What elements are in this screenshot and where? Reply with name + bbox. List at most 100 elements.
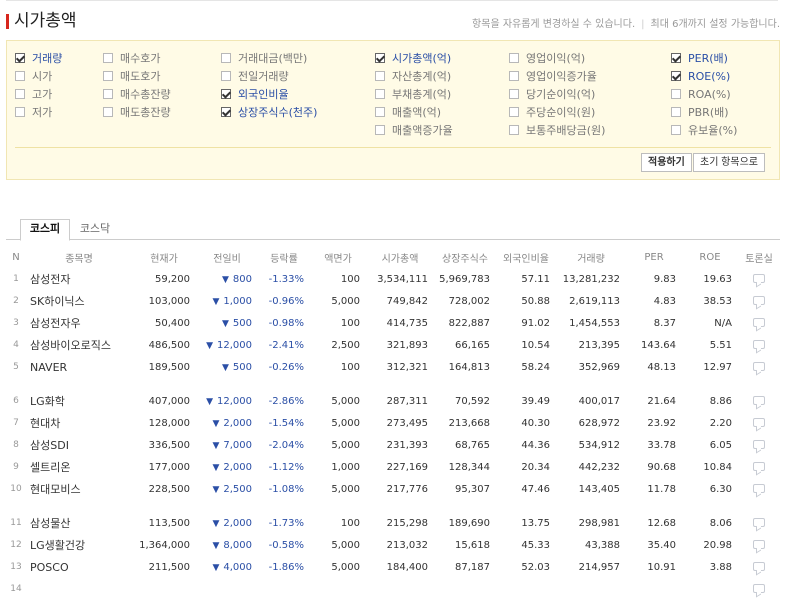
tab-kospi[interactable]: 코스피 — [20, 219, 70, 241]
option-item[interactable]: 거래대금(백만) — [221, 49, 317, 67]
option-item[interactable]: 시가 — [15, 67, 62, 85]
option-checkbox[interactable] — [15, 53, 25, 63]
speech-bubble-icon[interactable] — [753, 462, 765, 471]
option-item[interactable]: 시가총액(억) — [375, 49, 453, 67]
option-item[interactable]: 영업이익증가율 — [509, 67, 605, 85]
option-item[interactable]: 당기순이익(억) — [509, 85, 605, 103]
option-checkbox[interactable] — [103, 71, 113, 81]
discussion-cell — [738, 334, 780, 356]
option-checkbox[interactable] — [221, 107, 231, 117]
stock-name-link[interactable]: 삼성바이오로직스 — [26, 334, 132, 356]
option-item[interactable]: 영업이익(억) — [509, 49, 605, 67]
top-divider — [6, 0, 778, 1]
stock-name-link[interactable]: LG화학 — [26, 390, 132, 412]
market-cap: 3,534,111 — [377, 273, 428, 285]
option-checkbox[interactable] — [509, 89, 519, 99]
stock-name-link[interactable]: POSCO — [26, 556, 132, 578]
speech-bubble-icon[interactable] — [753, 562, 765, 571]
roe-value — [682, 578, 738, 600]
per-value: 12.68 — [647, 517, 676, 529]
speech-bubble-icon[interactable] — [753, 584, 765, 593]
change-rate: -2.04% — [268, 439, 304, 451]
option-checkbox[interactable] — [103, 89, 113, 99]
option-item[interactable]: 자산총계(억) — [375, 67, 453, 85]
speech-bubble-icon[interactable] — [753, 540, 765, 549]
option-item[interactable]: 매수호가 — [103, 49, 171, 67]
speech-bubble-icon[interactable] — [753, 484, 765, 493]
option-item[interactable]: 고가 — [15, 85, 62, 103]
option-item[interactable]: 보통주배당금(원) — [509, 121, 605, 139]
option-checkbox[interactable] — [509, 107, 519, 117]
option-item[interactable]: PER(배) — [671, 49, 737, 67]
option-checkbox[interactable] — [671, 107, 681, 117]
price-change-value: 2,000 — [223, 417, 252, 429]
stock-name-link[interactable]: 삼성전자우 — [26, 312, 132, 334]
option-checkbox[interactable] — [103, 107, 113, 117]
price-change-value: 2,500 — [223, 483, 252, 495]
option-item[interactable]: 매출액(억) — [375, 103, 453, 121]
price-change-value: 8,000 — [223, 539, 252, 551]
option-item[interactable]: 거래량 — [15, 49, 62, 67]
option-item[interactable]: 주당순이익(원) — [509, 103, 605, 121]
option-item[interactable]: 외국인비율 — [221, 85, 317, 103]
speech-bubble-icon[interactable] — [753, 418, 765, 427]
stock-name-link[interactable]: 삼성물산 — [26, 512, 132, 534]
option-label: 매수총잔량 — [120, 88, 171, 101]
option-checkbox[interactable] — [15, 71, 25, 81]
stock-name-link[interactable]: 셀트리온 — [26, 456, 132, 478]
option-checkbox[interactable] — [509, 71, 519, 81]
option-item[interactable]: ROA(%) — [671, 85, 737, 103]
option-item[interactable]: 매출액증가율 — [375, 121, 453, 139]
stock-name-link[interactable]: 삼성전자 — [26, 268, 132, 290]
option-checkbox[interactable] — [15, 107, 25, 117]
trade-volume: 214,957 — [578, 561, 620, 573]
option-checkbox[interactable] — [671, 89, 681, 99]
option-item[interactable]: 저가 — [15, 103, 62, 121]
option-item[interactable]: 전일거래량 — [221, 67, 317, 85]
option-checkbox[interactable] — [375, 89, 385, 99]
speech-bubble-icon[interactable] — [753, 518, 765, 527]
down-arrow-icon: ▼ — [212, 518, 220, 529]
option-item[interactable]: 매도총잔량 — [103, 103, 171, 121]
stock-name-link[interactable]: LG생활건강 — [26, 534, 132, 556]
speech-bubble-icon[interactable] — [753, 362, 765, 371]
option-checkbox[interactable] — [15, 89, 25, 99]
option-checkbox[interactable] — [671, 125, 681, 135]
speech-bubble-icon[interactable] — [753, 340, 765, 349]
option-checkbox[interactable] — [671, 53, 681, 63]
option-checkbox[interactable] — [375, 107, 385, 117]
option-checkbox[interactable] — [103, 53, 113, 63]
option-item[interactable]: 유보율(%) — [671, 121, 737, 139]
speech-bubble-icon[interactable] — [753, 296, 765, 305]
tab-kosdaq[interactable]: 코스닥 — [72, 220, 118, 240]
option-checkbox[interactable] — [509, 125, 519, 135]
option-checkbox[interactable] — [375, 53, 385, 63]
speech-bubble-icon[interactable] — [753, 396, 765, 405]
option-checkbox[interactable] — [509, 53, 519, 63]
option-checkbox[interactable] — [221, 53, 231, 63]
speech-bubble-icon[interactable] — [753, 440, 765, 449]
speech-bubble-icon[interactable] — [753, 318, 765, 327]
stock-name-link[interactable]: 현대차 — [26, 412, 132, 434]
option-checkbox[interactable] — [671, 71, 681, 81]
per-value: 143.64 — [641, 339, 676, 351]
option-checkbox[interactable] — [221, 89, 231, 99]
speech-bubble-icon[interactable] — [753, 274, 765, 283]
option-item[interactable]: PBR(배) — [671, 103, 737, 121]
option-item[interactable]: 매수총잔량 — [103, 85, 171, 103]
reset-options-button[interactable]: 초기 항목으로 — [693, 153, 765, 172]
option-checkbox[interactable] — [375, 71, 385, 81]
stock-name-link[interactable]: SK하이닉스 — [26, 290, 132, 312]
option-item[interactable]: 상장주식수(천주) — [221, 103, 317, 121]
option-item[interactable]: ROE(%) — [671, 67, 737, 85]
apply-button[interactable]: 적용하기 — [641, 153, 692, 172]
option-item[interactable]: 부채총계(억) — [375, 85, 453, 103]
option-item[interactable]: 매도호가 — [103, 67, 171, 85]
per-value: 90.68 — [647, 461, 676, 473]
option-checkbox[interactable] — [221, 71, 231, 81]
stock-name-link[interactable]: NAVER — [26, 356, 132, 378]
stock-name-link[interactable]: 삼성SDI — [26, 434, 132, 456]
option-checkbox[interactable] — [375, 125, 385, 135]
stock-name-link[interactable] — [26, 578, 132, 600]
stock-name-link[interactable]: 현대모비스 — [26, 478, 132, 500]
